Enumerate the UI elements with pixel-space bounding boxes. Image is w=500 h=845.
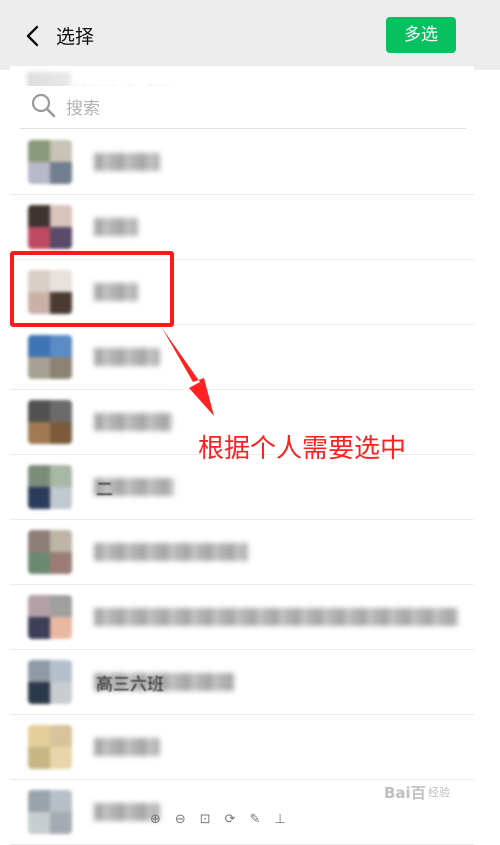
avatar — [28, 530, 72, 574]
search-icon — [31, 93, 56, 118]
chat-name-blurred — [94, 738, 160, 756]
avatar — [28, 595, 72, 639]
chat-name-blurred — [94, 218, 138, 236]
watermark-text: Bai百 — [384, 784, 426, 802]
chat-name-hint: 二 — [96, 480, 113, 500]
search-placeholder: 搜索 — [66, 99, 100, 119]
avatar — [28, 140, 72, 184]
search-bar[interactable]: 搜索 — [20, 86, 466, 128]
chat-list-item[interactable] — [10, 585, 474, 650]
chat-list-item[interactable] — [10, 520, 474, 585]
chevron-left-icon[interactable] — [22, 24, 44, 48]
header-bar: 选择 多选 — [0, 0, 500, 70]
chat-name-blurred — [94, 348, 160, 366]
bottom-toolbar-icons[interactable]: ⊕⊖⊡⟳✎⊥ — [150, 812, 350, 827]
chat-name-blurred — [94, 608, 458, 626]
red-arrow-icon — [162, 328, 214, 416]
chat-list-item[interactable]: 高三六班 — [10, 650, 474, 715]
avatar — [28, 400, 72, 444]
multi-select-button[interactable]: 多选 — [386, 17, 456, 53]
highlight-box — [10, 251, 174, 327]
avatar — [28, 465, 72, 509]
search-divider — [20, 128, 466, 129]
avatar — [28, 725, 72, 769]
avatar — [28, 335, 72, 379]
avatar — [28, 205, 72, 249]
watermark-sub: 经验 — [428, 786, 450, 799]
chat-name-hint: 高三六班 — [96, 675, 164, 695]
page-title: 选择 — [56, 26, 95, 48]
chat-name-blurred — [94, 543, 248, 561]
annotation-text: 根据个人需要选中 — [198, 434, 407, 464]
chat-name-blurred — [94, 153, 160, 171]
avatar — [28, 660, 72, 704]
chat-list-item[interactable] — [10, 325, 474, 390]
watermark-logo: Bai百 经验 — [380, 772, 476, 806]
chat-list-item[interactable] — [10, 130, 474, 195]
avatar — [28, 790, 72, 834]
chat-list-item[interactable] — [10, 715, 474, 780]
